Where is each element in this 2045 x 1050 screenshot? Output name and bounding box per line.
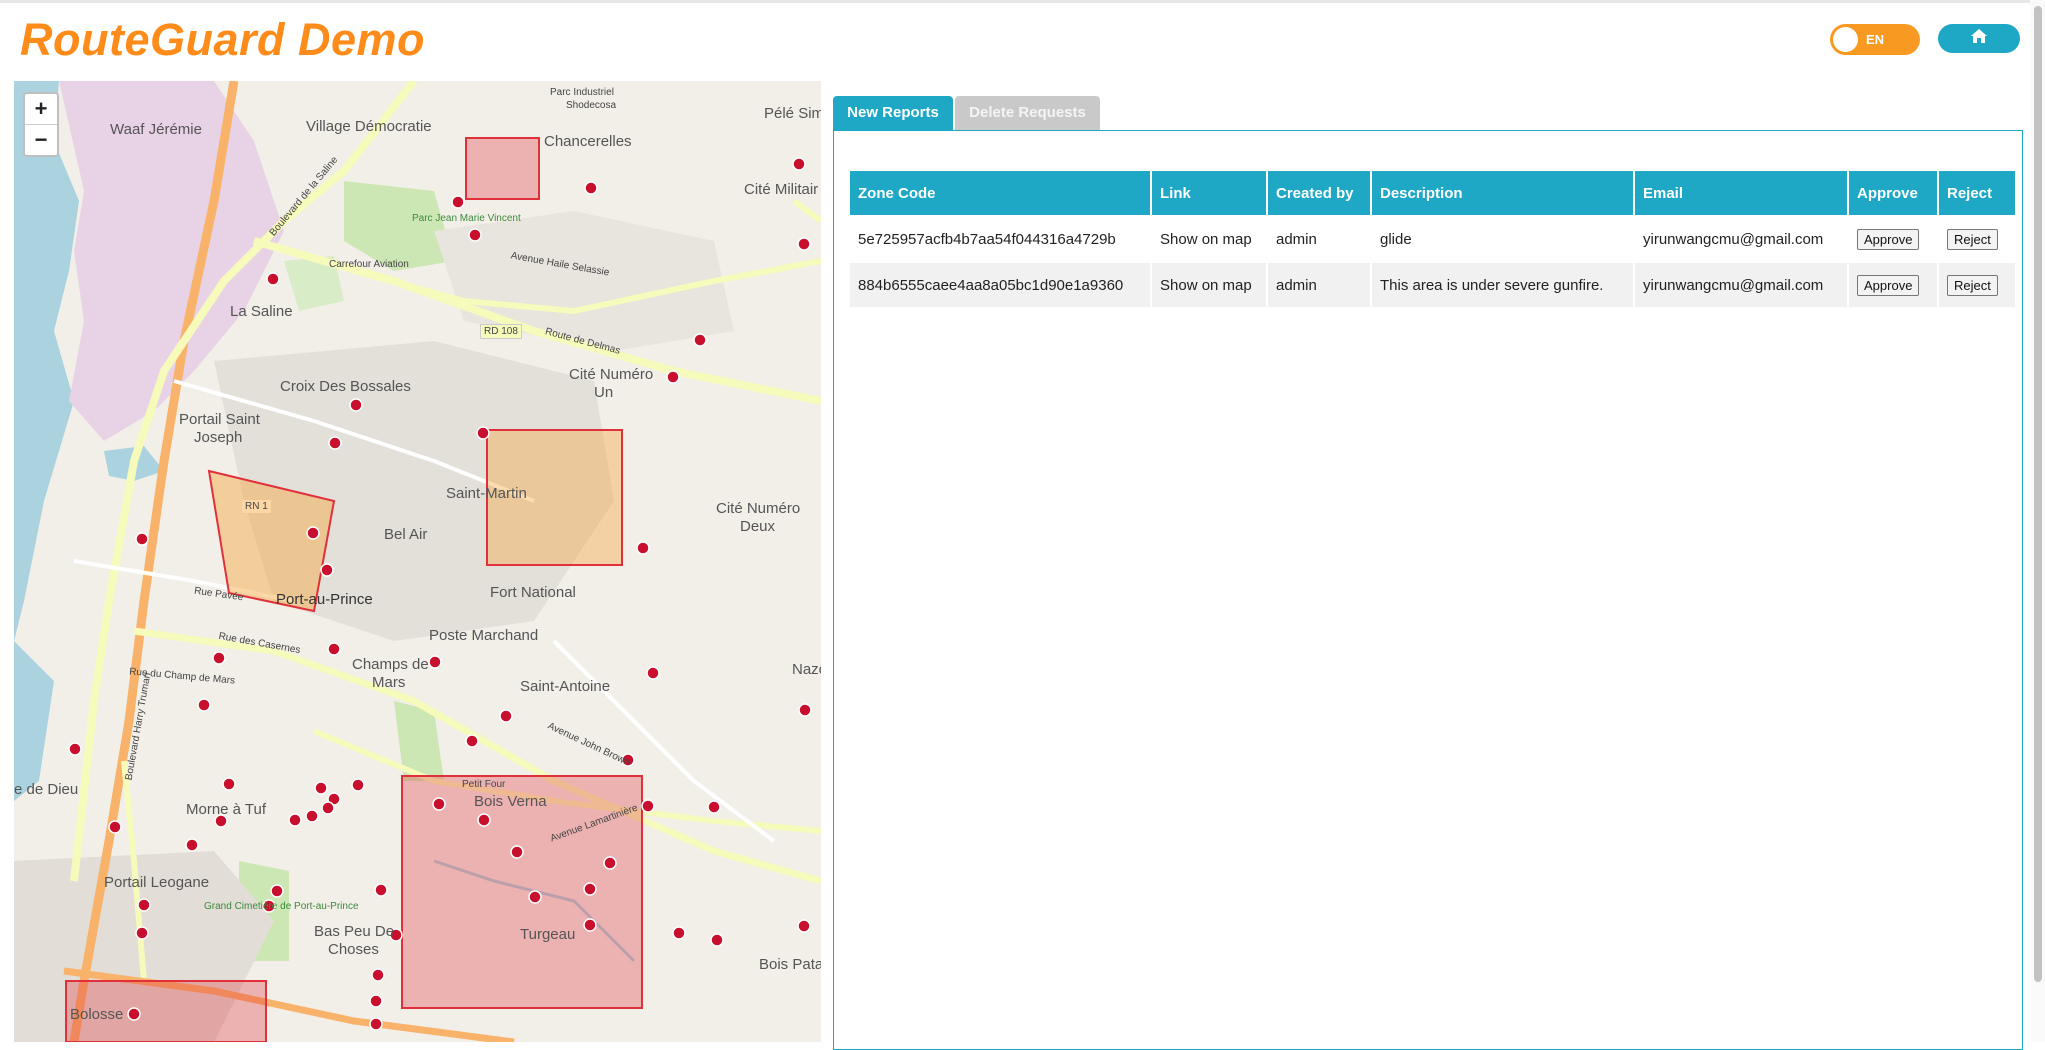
column-header-description: Description (1372, 171, 1633, 215)
map-label: Pélé Sim (764, 105, 821, 122)
map-label: Champs de (352, 656, 429, 673)
description-cell: glide (1372, 217, 1633, 261)
map-label: Portail Saint (179, 411, 260, 428)
column-header-email: Email (1635, 171, 1847, 215)
email-cell: yirunwangcmu@gmail.com (1635, 217, 1847, 261)
map-label: Bolosse (70, 1006, 124, 1023)
map-label: Chancerelles (544, 133, 632, 150)
approve-button[interactable]: Approve (1857, 228, 1920, 250)
map-label: Morne à Tuf (186, 801, 267, 818)
zone-code-cell: 5e725957acfb4b7aa54f044316a4729b (850, 217, 1150, 261)
map-label: Carrefour Aviation (329, 259, 409, 270)
map-label: Petit Four (462, 779, 506, 790)
tab-new-reports[interactable]: New Reports (833, 96, 953, 130)
map-label: Cité Militair (744, 181, 819, 198)
zoom-in-button[interactable]: + (25, 94, 57, 124)
table-header-row: Zone Code Link Created by Description Em… (850, 171, 2015, 215)
map-label: Fort National (490, 584, 576, 601)
table-row: 5e725957acfb4b7aa54f044316a4729b Show on… (850, 217, 2015, 261)
reject-button[interactable]: Reject (1947, 274, 1998, 296)
column-header-zone-code: Zone Code (850, 171, 1150, 215)
column-header-reject: Reject (1939, 171, 2015, 215)
map-label: Mars (372, 674, 406, 691)
show-on-map-link[interactable]: Show on map (1152, 217, 1266, 261)
map-label: Village Démocratie (306, 118, 432, 135)
approve-button[interactable]: Approve (1857, 274, 1920, 296)
map-label: Bois Pata (759, 956, 821, 973)
page-scrollbar-thumb[interactable] (2034, 6, 2042, 982)
map-label: Deux (740, 518, 776, 535)
road-badge: RD 108 (480, 324, 522, 339)
show-on-map-link[interactable]: Show on map (1152, 263, 1266, 307)
map-label: Joseph (194, 429, 243, 446)
table-row: 884b6555caee4aa8a05bc1d90e1a9360 Show on… (850, 263, 2015, 307)
created-by-cell: admin (1268, 217, 1370, 261)
zoom-out-button[interactable]: − (25, 124, 57, 155)
map-label: Un (594, 384, 614, 401)
column-header-created-by: Created by (1268, 171, 1370, 215)
home-button[interactable] (1938, 24, 2020, 53)
map-label: Cité Numéro (569, 366, 654, 383)
reports-table: Zone Code Link Created by Description Em… (848, 169, 2017, 309)
toggle-knob (1833, 27, 1858, 52)
map-label: Turgeau (520, 926, 576, 943)
reject-cell: Reject (1939, 217, 2015, 261)
map-label: Grand Cimetière de Port-au-Prince (204, 901, 359, 912)
tab-delete-requests[interactable]: Delete Requests (955, 96, 1100, 130)
home-icon (1970, 28, 1988, 49)
map-label: Cité Numéro (716, 500, 801, 517)
reports-panel: Zone Code Link Created by Description Em… (833, 130, 2023, 1050)
map-label: Bel Air (384, 526, 428, 543)
app-title: RouteGuard Demo (20, 14, 426, 65)
map-label: Bois Verna (474, 793, 547, 810)
hospital-markers (14, 81, 821, 1042)
zone-code-cell: 884b6555caee4aa8a05bc1d90e1a9360 (850, 263, 1150, 307)
map-label: Choses (328, 941, 379, 958)
map-label: Parc Industriel (550, 87, 614, 98)
map-label: Shodecosa (566, 100, 617, 111)
language-toggle[interactable]: EN (1830, 24, 1920, 55)
map-label: Port-au-Prince (276, 591, 373, 608)
created-by-cell: admin (1268, 263, 1370, 307)
map-label: Saint-Antoine (520, 678, 611, 695)
map-label: Saint-Martin (446, 485, 527, 502)
language-label: EN (1866, 32, 1885, 47)
zoom-control: + − (23, 92, 59, 157)
map-label: La Saline (230, 303, 293, 320)
map-label: Parc Jean Marie Vincent (412, 213, 521, 224)
map-label: e de Dieu (14, 781, 79, 798)
map-label: Poste Marchand (429, 627, 539, 644)
reject-button[interactable]: Reject (1947, 228, 1998, 250)
reject-cell: Reject (1939, 263, 2015, 307)
column-header-link: Link (1152, 171, 1266, 215)
approve-cell: Approve (1849, 217, 1937, 261)
top-border (0, 0, 2045, 3)
map-view[interactable]: Waaf Jérémie Village Démocratie Parc Ind… (14, 81, 821, 1042)
map-label: Bas Peu De (314, 923, 395, 940)
email-cell: yirunwangcmu@gmail.com (1635, 263, 1847, 307)
map-label: Portail Leogane (104, 874, 210, 891)
map-label: Waaf Jérémie (110, 121, 202, 138)
map-label: Nazo (792, 661, 821, 678)
column-header-approve: Approve (1849, 171, 1937, 215)
map-label: Croix Des Bossales (280, 378, 411, 395)
road-badge: RN 1 (242, 500, 271, 513)
approve-cell: Approve (1849, 263, 1937, 307)
description-cell: This area is under severe gunfire. (1372, 263, 1633, 307)
